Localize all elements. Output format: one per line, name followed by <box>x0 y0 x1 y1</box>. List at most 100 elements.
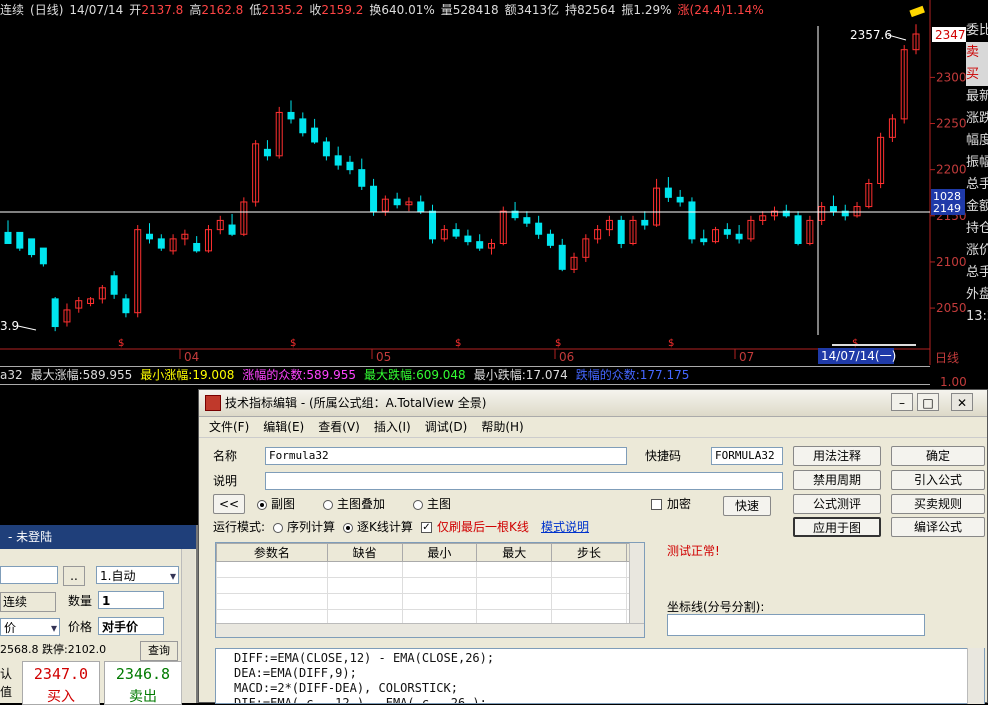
code-line: DEA:=EMA(DIFF,9); <box>234 666 357 680</box>
side-text-1: 认 <box>0 667 13 681</box>
candle-body <box>228 224 236 235</box>
max-fall-label: 最大跌幅: <box>364 368 417 382</box>
candle-body <box>157 238 165 249</box>
candlestick-chart[interactable]: 20502100215022002250230004 05 06 07$ $ $ $ $ $23… <box>0 0 988 390</box>
menu-item-2[interactable]: 查看(V) <box>318 420 360 434</box>
name-input[interactable]: Formula32 <box>265 447 627 465</box>
disable-period-button[interactable]: 禁用周期 <box>793 470 881 490</box>
shortcut-input[interactable]: FORMULA32 <box>711 447 783 465</box>
table-row[interactable] <box>216 561 631 578</box>
quote-field-label: 幅度 <box>966 133 988 148</box>
menu-item-5[interactable]: 帮助(H) <box>481 420 523 434</box>
param-column-header[interactable]: 最大 <box>476 543 553 562</box>
trade-panel-title: - 未登陆 <box>0 525 196 549</box>
compile-formula-button[interactable]: 编译公式 <box>891 517 985 537</box>
collapse-button[interactable]: << <box>213 494 245 514</box>
x-tick-label: 06 <box>559 350 574 364</box>
param-horizontal-scrollbar[interactable] <box>216 623 644 637</box>
formula-code-editor[interactable]: DIFF:=EMA(CLOSE,12) - EMA(CLOSE,26); DEA:… <box>215 648 985 704</box>
menu-item-0[interactable]: 文件(F) <box>209 420 249 434</box>
quote-field-label: 持仓 <box>966 221 988 236</box>
candle-body <box>263 148 271 157</box>
quote-field-label: 外盘 <box>966 287 988 302</box>
open-label: 开 <box>129 3 142 17</box>
y-tick-label: 2200 <box>936 163 967 177</box>
maximize-icon[interactable]: □ <box>917 393 939 411</box>
usage-notes-button[interactable]: 用法注释 <box>793 446 881 466</box>
candle-body <box>370 185 378 212</box>
dividend-marker: $ <box>455 338 461 349</box>
account-input[interactable] <box>0 566 58 584</box>
price-input[interactable]: 对手价 <box>98 617 164 635</box>
param-column-header[interactable]: 最小 <box>401 543 478 562</box>
cursor-baseline <box>832 344 916 346</box>
cursor-price-bottom: 2149 <box>933 202 961 215</box>
candle-body <box>311 127 319 143</box>
dialog-titlebar[interactable]: 技术指标编辑 - (所属公式组：A.TotalView 全景) – □ ✕ <box>199 390 987 417</box>
price-type-select[interactable]: 价 ▾ <box>0 618 60 636</box>
description-input[interactable] <box>265 472 783 490</box>
apply-to-chart-button[interactable]: 应用于图 <box>793 517 881 537</box>
minimize-icon[interactable]: – <box>891 393 913 411</box>
login-status: 未登陆 <box>16 530 53 544</box>
formula-test-button[interactable]: 公式测评 <box>793 494 881 514</box>
radio-bar-calc[interactable] <box>343 523 353 533</box>
indicator-stats-bar: a32 最大涨幅:589.955 最小涨幅:19.008 涨幅的众数:589.955 最… <box>0 366 930 385</box>
candle-body <box>346 161 354 171</box>
radio-bar-calc-label: 逐K线计算 <box>357 520 413 534</box>
quote-field-label: 最新 <box>966 89 988 104</box>
menu-item-3[interactable]: 插入(I) <box>374 420 411 434</box>
y-tick-label: 2100 <box>936 255 967 269</box>
buy-button[interactable]: 2347.0 买入 <box>22 661 100 705</box>
mode-help-link[interactable]: 模式说明 <box>541 518 589 536</box>
quantity-label: 数量 <box>68 594 93 608</box>
browse-button[interactable]: .. <box>63 566 85 586</box>
param-vertical-scrollbar[interactable] <box>629 543 644 623</box>
confirm-button[interactable]: 确定 <box>891 446 985 466</box>
table-row[interactable] <box>216 593 631 610</box>
only-last-bar-checkbox[interactable]: ✓ <box>421 522 432 533</box>
amp-label: 振 <box>621 3 634 17</box>
radio-main-chart[interactable] <box>413 500 423 510</box>
code-line: DIFF:=EMA(CLOSE,12) - EMA(CLOSE,26); <box>234 651 495 665</box>
quick-button[interactable]: 快速 <box>723 496 771 516</box>
radio-main-overlay[interactable] <box>323 500 333 510</box>
amp-value: 1.29% <box>633 3 672 17</box>
peak-label: 2357.6 <box>850 28 892 42</box>
candle-body <box>358 169 366 187</box>
bar-date: 14/07/14 <box>69 3 124 17</box>
quote-field-label: 总手 <box>966 177 988 192</box>
quantity-input[interactable]: 1 <box>98 591 164 609</box>
param-column-header[interactable]: 步长 <box>551 543 627 562</box>
trade-rules-button[interactable]: 买卖规则 <box>891 494 985 514</box>
trade-scrollbar[interactable] <box>181 549 195 703</box>
axis-line-input[interactable] <box>667 614 925 636</box>
sell-button[interactable]: 2346.8 卖出 <box>104 661 182 705</box>
encrypt-checkbox[interactable] <box>651 499 662 510</box>
param-column-header[interactable]: 缺省 <box>326 543 403 562</box>
candle-body <box>193 242 201 252</box>
parameter-table[interactable]: 参数名 缺省 最小 最大 步长 <box>215 542 645 638</box>
candle-body <box>617 219 625 244</box>
hold-label: 持 <box>565 3 578 17</box>
radio-sub-chart[interactable] <box>257 500 267 510</box>
turnover-label: 换 <box>369 3 382 17</box>
radio-series-calc-label: 序列计算 <box>287 520 336 534</box>
radio-series-calc[interactable] <box>273 523 283 533</box>
table-row[interactable] <box>216 577 631 594</box>
code-scrollbar[interactable] <box>967 648 984 704</box>
limit-prices: 2568.8 跌停:2102.0 <box>0 643 107 656</box>
param-column-header[interactable]: 参数名 <box>216 543 328 562</box>
candle-body <box>110 275 118 295</box>
candle-body <box>476 241 484 249</box>
contract-select[interactable]: 连续 <box>0 592 56 612</box>
candle-body <box>322 141 330 157</box>
close-icon[interactable]: ✕ <box>951 393 973 411</box>
menu-item-4[interactable]: 调试(D) <box>425 420 468 434</box>
order-mode-select[interactable]: 1.自动 ▾ <box>96 566 179 584</box>
candle-body <box>641 219 649 226</box>
menu-item-1[interactable]: 编辑(E) <box>263 420 304 434</box>
query-button[interactable]: 查询 <box>140 641 178 661</box>
change-value: (24.4)1.14% <box>689 3 764 17</box>
import-formula-button[interactable]: 引入公式 <box>891 470 985 490</box>
